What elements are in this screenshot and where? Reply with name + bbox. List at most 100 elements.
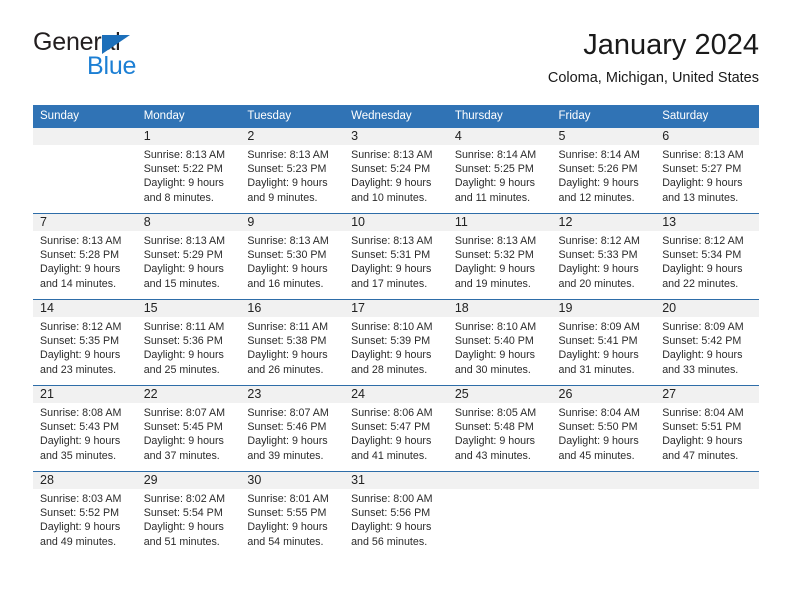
day-info-line: Sunset: 5:31 PM [351, 249, 431, 262]
day-info-line: Sunrise: 8:09 AM [662, 321, 744, 333]
calendar-day-cell[interactable]: 10 Sunrise: 8:13 AM Sunset: 5:31 PM Dayligh… [344, 213, 448, 300]
day-info-line: Sunset: 5:54 PM [143, 507, 223, 520]
day-info-line: and 11 minutes. [454, 191, 531, 204]
day-number: 4 [447, 128, 552, 145]
day-info-line: Sunrise: 8:13 AM [351, 149, 433, 161]
day-sun-info: Sunrise: 8:07 AM Sunset: 5:46 PM Daylight:… [240, 403, 344, 463]
calendar-day-cell[interactable]: 31 Sunrise: 8:00 AM Sunset: 5:56 PM Dayligh… [344, 471, 448, 557]
day-sun-info: Sunrise: 8:03 AM Sunset: 5:52 PM Daylight:… [33, 489, 137, 549]
calendar-day-cell[interactable]: 22 Sunrise: 8:07 AM Sunset: 5:45 PM Dayligh… [136, 385, 241, 472]
calendar-day-cell[interactable]: 20 Sunrise: 8:09 AM Sunset: 5:42 PM Dayligh… [655, 299, 759, 386]
calendar-day-cell[interactable]: 19 Sunrise: 8:09 AM Sunset: 5:41 PM Dayligh… [551, 299, 656, 386]
day-cell-inner: 1 Sunrise: 8:13 AM Sunset: 5:22 PM Daylight… [136, 128, 241, 213]
day-number [447, 472, 552, 489]
day-info-line: Sunrise: 8:13 AM [247, 149, 329, 161]
day-info-line: Sunrise: 8:13 AM [247, 235, 329, 247]
day-info-line: and 17 minutes. [351, 277, 428, 290]
calendar-day-cell[interactable]: 6 Sunrise: 8:13 AM Sunset: 5:27 PM Daylight… [655, 128, 759, 214]
calendar-day-cell[interactable]: 8 Sunrise: 8:13 AM Sunset: 5:29 PM Daylight… [136, 213, 241, 300]
day-cell-inner: 7 Sunrise: 8:13 AM Sunset: 5:28 PM Daylight… [33, 214, 137, 299]
day-cell-inner: 2 Sunrise: 8:13 AM Sunset: 5:23 PM Daylight… [240, 128, 345, 213]
calendar-day-cell[interactable]: 7 Sunrise: 8:13 AM Sunset: 5:28 PM Daylight… [33, 213, 137, 300]
day-sun-info: Sunrise: 8:10 AM Sunset: 5:40 PM Daylight:… [448, 317, 552, 377]
day-cell-inner: 16 Sunrise: 8:11 AM Sunset: 5:38 PM Dayligh… [240, 300, 345, 385]
day-info-line: Sunrise: 8:11 AM [247, 321, 328, 333]
day-info-line: and 45 minutes. [558, 449, 635, 462]
day-info-line: and 47 minutes. [662, 449, 739, 462]
day-info-line: Sunrise: 8:02 AM [143, 493, 226, 505]
calendar-empty-cell [551, 471, 656, 557]
day-number: 9 [240, 214, 345, 231]
calendar-day-cell[interactable]: 11 Sunrise: 8:13 AM Sunset: 5:32 PM Dayligh… [447, 213, 552, 300]
calendar-day-cell[interactable]: 9 Sunrise: 8:13 AM Sunset: 5:30 PM Daylight… [240, 213, 345, 300]
day-info-line: and 23 minutes. [40, 363, 117, 376]
day-info-line: Sunrise: 8:04 AM [558, 407, 640, 419]
day-cell-inner: 17 Sunrise: 8:10 AM Sunset: 5:39 PM Dayligh… [344, 300, 448, 385]
day-info-line: Sunrise: 8:07 AM [247, 407, 329, 419]
day-number: 28 [33, 472, 137, 489]
calendar-day-cell[interactable]: 4 Sunrise: 8:14 AM Sunset: 5:25 PM Daylight… [447, 128, 552, 214]
calendar-day-cell[interactable]: 12 Sunrise: 8:12 AM Sunset: 5:33 PM Dayligh… [551, 213, 656, 300]
day-info-line: Sunset: 5:33 PM [558, 249, 638, 262]
calendar-day-cell[interactable]: 1 Sunrise: 8:13 AM Sunset: 5:22 PM Daylight… [136, 128, 241, 214]
day-info-line: and 28 minutes. [351, 363, 428, 376]
calendar-day-cell[interactable]: 29 Sunrise: 8:02 AM Sunset: 5:54 PM Dayligh… [136, 471, 241, 557]
day-cell-inner: 14 Sunrise: 8:12 AM Sunset: 5:35 PM Dayligh… [33, 300, 137, 385]
day-cell-inner: 11 Sunrise: 8:13 AM Sunset: 5:32 PM Dayligh… [447, 214, 552, 299]
day-info-line: Sunset: 5:45 PM [143, 421, 223, 434]
day-info-line: Sunset: 5:36 PM [143, 335, 223, 348]
calendar-day-cell[interactable]: 26 Sunrise: 8:04 AM Sunset: 5:50 PM Dayligh… [551, 385, 656, 472]
weekday-header-thursday: Thursday [447, 105, 552, 128]
day-cell-inner: 21 Sunrise: 8:08 AM Sunset: 5:43 PM Dayligh… [33, 386, 137, 471]
calendar-day-cell[interactable]: 21 Sunrise: 8:08 AM Sunset: 5:43 PM Dayligh… [33, 385, 137, 472]
calendar-day-cell[interactable]: 27 Sunrise: 8:04 AM Sunset: 5:51 PM Dayligh… [655, 385, 759, 472]
day-info-line: Sunset: 5:26 PM [558, 163, 638, 176]
calendar-day-cell[interactable]: 23 Sunrise: 8:07 AM Sunset: 5:46 PM Dayligh… [240, 385, 345, 472]
day-cell-inner: 4 Sunrise: 8:14 AM Sunset: 5:25 PM Daylight… [447, 128, 552, 213]
day-info-line: and 33 minutes. [662, 363, 739, 376]
calendar-day-cell[interactable]: 16 Sunrise: 8:11 AM Sunset: 5:38 PM Dayligh… [240, 299, 345, 386]
day-info-line: Sunset: 5:40 PM [454, 335, 534, 348]
day-info-line: Sunset: 5:22 PM [143, 163, 223, 176]
day-cell-inner: 9 Sunrise: 8:13 AM Sunset: 5:30 PM Daylight… [240, 214, 345, 299]
day-sun-info: Sunrise: 8:13 AM Sunset: 5:30 PM Daylight:… [240, 231, 344, 291]
weekday-header-tuesday: Tuesday [240, 105, 345, 128]
day-number: 29 [136, 472, 241, 489]
calendar-day-cell[interactable]: 14 Sunrise: 8:12 AM Sunset: 5:35 PM Dayligh… [33, 299, 137, 386]
calendar-day-cell[interactable]: 3 Sunrise: 8:13 AM Sunset: 5:24 PM Daylight… [344, 128, 448, 214]
day-info-line: Daylight: 9 hours [454, 435, 536, 448]
day-info-line: and 10 minutes. [351, 191, 428, 204]
day-info-line: Daylight: 9 hours [40, 263, 121, 276]
page-title: January 2024 [583, 29, 759, 61]
day-info-line: Sunset: 5:32 PM [454, 249, 534, 262]
day-cell-inner: 19 Sunrise: 8:09 AM Sunset: 5:41 PM Dayligh… [551, 300, 656, 385]
calendar-day-cell[interactable]: 30 Sunrise: 8:01 AM Sunset: 5:55 PM Dayligh… [240, 471, 345, 557]
general-blue-logo[interactable]: General Blue [33, 28, 263, 88]
calendar-day-cell[interactable]: 28 Sunrise: 8:03 AM Sunset: 5:52 PM Dayligh… [33, 471, 137, 557]
day-info-line: Daylight: 9 hours [558, 435, 639, 448]
calendar-day-cell[interactable]: 2 Sunrise: 8:13 AM Sunset: 5:23 PM Daylight… [240, 128, 345, 214]
day-info-line: and 13 minutes. [662, 191, 739, 204]
calendar-day-cell[interactable]: 15 Sunrise: 8:11 AM Sunset: 5:36 PM Dayligh… [136, 299, 241, 386]
calendar-day-cell[interactable]: 25 Sunrise: 8:05 AM Sunset: 5:48 PM Dayligh… [447, 385, 552, 472]
day-info-line: Daylight: 9 hours [143, 521, 224, 534]
day-info-line: Sunset: 5:55 PM [247, 507, 327, 520]
day-info-line: Sunset: 5:29 PM [143, 249, 223, 262]
day-info-line: Sunrise: 8:08 AM [40, 407, 122, 419]
day-sun-info: Sunrise: 8:08 AM Sunset: 5:43 PM Daylight:… [33, 403, 137, 463]
page-header: General Blue January 2024 Coloma, Michig… [33, 28, 759, 98]
calendar-day-cell[interactable]: 24 Sunrise: 8:06 AM Sunset: 5:47 PM Dayligh… [344, 385, 448, 472]
day-sun-info: Sunrise: 8:05 AM Sunset: 5:48 PM Daylight:… [448, 403, 552, 463]
calendar-table: Sunday Monday Tuesday Wednesday Thursday… [33, 105, 759, 557]
day-cell-inner: 28 Sunrise: 8:03 AM Sunset: 5:52 PM Dayligh… [33, 472, 137, 557]
calendar-week-row: 14 Sunrise: 8:12 AM Sunset: 5:35 PM Dayligh… [33, 299, 759, 386]
calendar-day-cell[interactable]: 13 Sunrise: 8:12 AM Sunset: 5:34 PM Dayligh… [655, 213, 759, 300]
day-info-line: and 37 minutes. [143, 449, 220, 462]
day-sun-info: Sunrise: 8:13 AM Sunset: 5:31 PM Daylight:… [344, 231, 448, 291]
day-number: 24 [344, 386, 448, 403]
calendar-day-cell[interactable]: 18 Sunrise: 8:10 AM Sunset: 5:40 PM Dayligh… [447, 299, 552, 386]
calendar-day-cell[interactable]: 5 Sunrise: 8:14 AM Sunset: 5:26 PM Daylight… [551, 128, 656, 214]
day-info-line: Sunset: 5:24 PM [351, 163, 431, 176]
calendar-day-cell[interactable]: 17 Sunrise: 8:10 AM Sunset: 5:39 PM Dayligh… [344, 299, 448, 386]
day-info-line: Sunset: 5:38 PM [247, 335, 327, 348]
